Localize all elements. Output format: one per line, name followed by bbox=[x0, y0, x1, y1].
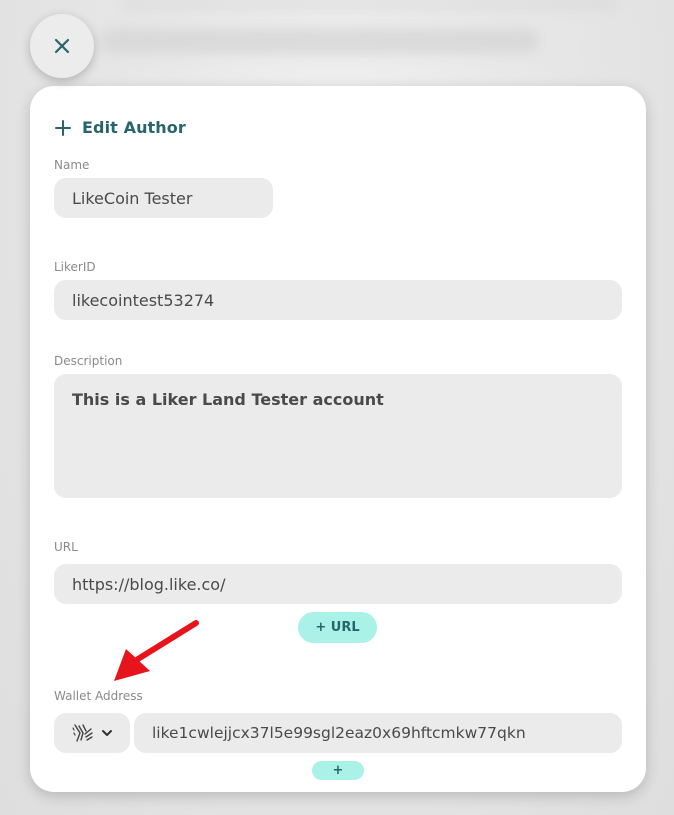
chevron-down-icon bbox=[102, 730, 112, 736]
wallet-address-input[interactable]: like1cwlejjcx37l5e99sgl2eaz0x69hftcmkw77… bbox=[134, 713, 622, 753]
wallet-address-label: Wallet Address bbox=[54, 689, 143, 703]
description-textarea[interactable]: This is a Liker Land Tester account bbox=[54, 374, 622, 498]
close-icon bbox=[54, 38, 70, 54]
edit-author-dialog: Edit Author Name LikeCoin Tester LikerID… bbox=[30, 86, 646, 792]
dialog-header: Edit Author bbox=[54, 118, 186, 137]
wallet-chain-select[interactable] bbox=[54, 713, 130, 753]
blurred-background-content bbox=[120, 0, 620, 10]
description-label: Description bbox=[54, 354, 123, 368]
blurred-background-content bbox=[100, 28, 540, 54]
add-url-button[interactable]: + URL bbox=[298, 612, 377, 643]
liker-id-input[interactable]: likecointest53274 bbox=[54, 280, 622, 320]
cosmos-hands-icon bbox=[72, 724, 93, 742]
liker-id-label: LikerID bbox=[54, 260, 96, 274]
url-label: URL bbox=[54, 540, 78, 554]
plus-icon bbox=[55, 119, 71, 136]
url-input[interactable]: https://blog.like.co/ bbox=[54, 564, 622, 604]
add-wallet-button[interactable]: + bbox=[312, 761, 364, 780]
close-button[interactable] bbox=[30, 14, 94, 78]
name-label: Name bbox=[54, 158, 90, 172]
name-input[interactable]: LikeCoin Tester bbox=[54, 178, 273, 218]
dialog-title: Edit Author bbox=[82, 118, 186, 137]
